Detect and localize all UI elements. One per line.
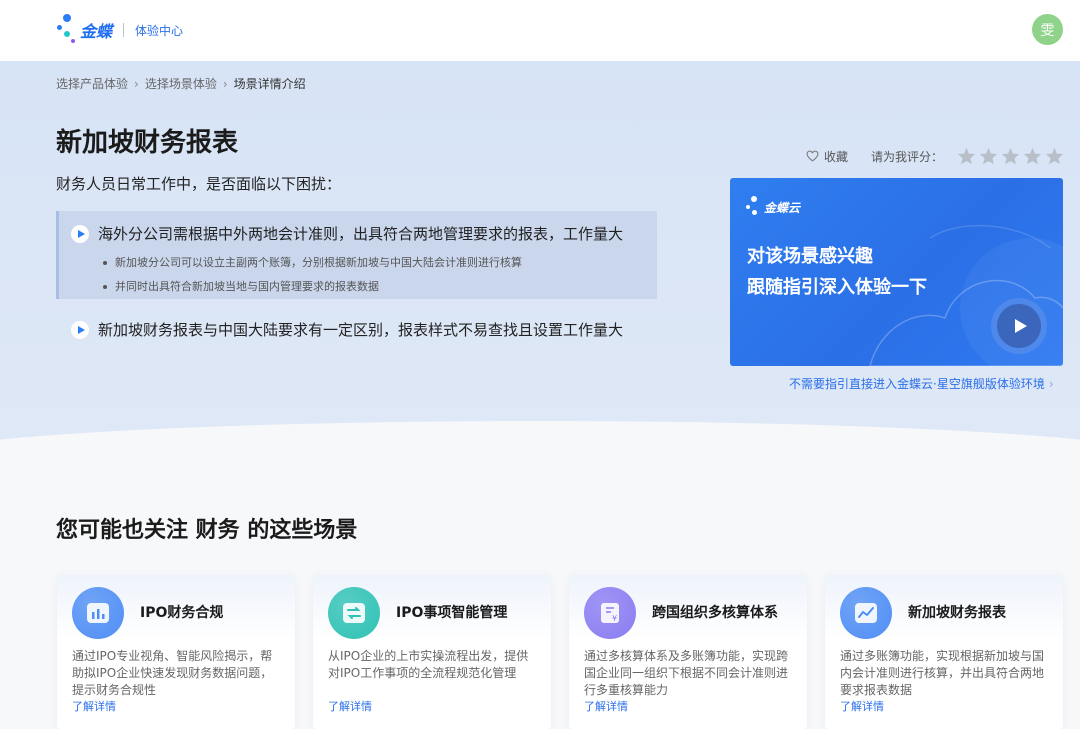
card-title: IPO事项智能管理 (396, 605, 508, 621)
user-avatar[interactable]: 雯 (1032, 14, 1063, 45)
scenario-card[interactable]: IPO事项智能管理 从IPO企业的上市实操流程出发，提供对IPO工作事项的全流程… (313, 575, 551, 729)
breadcrumb-item-current: 场景详情介绍 (233, 77, 306, 91)
issue-title: 新加坡财务报表与中国大陆要求有一定区别，报表样式不易查找且设置工作量大 (98, 321, 624, 339)
direct-entry-text: 不需要指引直接进入金蝶云·星空旗舰版体验环境 (789, 377, 1045, 391)
card-subheadline: 跟随指引深入体验一下 (747, 277, 927, 298)
learn-more-link[interactable]: 了解详情 (840, 698, 884, 714)
logo-dots-icon (746, 196, 762, 218)
page-title: 新加坡财务报表 (56, 128, 239, 158)
card-title: 跨国组织多核算体系 (652, 605, 778, 621)
learn-more-link[interactable]: 了解详情 (72, 698, 116, 714)
issue-bullet: 并同时出具符合新加坡当地与国内管理要求的报表数据 (103, 275, 522, 299)
play-icon (71, 224, 89, 243)
star-icon[interactable] (1023, 147, 1042, 165)
card-title: IPO财务合规 (140, 605, 224, 621)
chevron-right-icon: › (1048, 376, 1054, 391)
ledger-yen-icon: ¥ (584, 587, 636, 639)
star-icon[interactable] (979, 147, 998, 165)
logo-brand-text: 金蝶 (80, 22, 113, 41)
scenario-card[interactable]: IPO财务合规 通过IPO专业视角、智能风险揭示，帮助拟IPO企业快速发现财务数… (57, 575, 295, 729)
issue-title: 海外分公司需根据中外两地会计准则，出具符合两地管理要求的报表，工作量大 (98, 225, 624, 243)
card-title: 新加坡财务报表 (908, 605, 1006, 621)
card-description: 从IPO企业的上市实操流程出发，提供对IPO工作事项的全流程规范化管理 (328, 649, 529, 680)
rate-label: 请为我评分： (871, 149, 944, 164)
scenario-card[interactable]: ¥ 跨国组织多核算体系 通过多核算体系及多账簿功能，实现跨国企业同一组织下根据不… (569, 575, 807, 729)
learn-more-link[interactable]: 了解详情 (584, 698, 628, 714)
play-button[interactable] (997, 304, 1041, 348)
breadcrumb: 选择产品体验 › 选择场景体验 › 场景详情介绍 (56, 75, 306, 92)
related-cards: IPO财务合规 通过IPO专业视角、智能风险揭示，帮助拟IPO企业快速发现财务数… (57, 575, 1063, 729)
direct-entry-link[interactable]: 不需要指引直接进入金蝶云·星空旗舰版体验环境 › (789, 375, 1054, 392)
breadcrumb-item-products[interactable]: 选择产品体验 (56, 75, 128, 92)
card-description: 通过IPO专业视角、智能风险揭示，帮助拟IPO企业快速发现财务数据问题，提示财务… (72, 649, 273, 697)
card-description: 通过多账簿功能，实现根据新加坡与国内会计准则进行核算，并出具符合两地要求报表数据 (840, 649, 1045, 697)
workflow-icon (328, 587, 380, 639)
line-chart-icon (840, 587, 892, 639)
star-icon[interactable] (1045, 147, 1064, 165)
page-intro: 财务人员日常工作中，是否面临以下困扰： (56, 175, 342, 193)
card-headline: 对该场景感兴趣 (747, 246, 873, 267)
logo-divider (123, 23, 125, 37)
star-icon[interactable] (957, 147, 976, 165)
breadcrumb-item-scenarios[interactable]: 选择场景体验 (145, 75, 217, 92)
cloud-logo-text: 金蝶云 (764, 200, 801, 215)
issue-item[interactable]: 新加坡财务报表与中国大陆要求有一定区别，报表样式不易查找且设置工作量大 (56, 313, 657, 347)
heart-icon[interactable] (806, 150, 819, 162)
issue-bullet: 新加坡分公司可以设立主副两个账簿，分别根据新加坡与中国大陆会计准则进行核算 (103, 251, 522, 275)
play-icon (71, 320, 89, 339)
chevron-right-icon: › (222, 76, 228, 91)
top-bar: 金蝶 体验中心 雯 (0, 0, 1080, 61)
scenario-card[interactable]: 新加坡财务报表 通过多账簿功能，实现根据新加坡与国内会计准则进行核算，并出具符合… (825, 575, 1063, 729)
card-description: 通过多核算体系及多账簿功能，实现跨国企业同一组织下根据不同会计准则进行多重核算能… (584, 649, 789, 697)
guided-experience-card[interactable]: 金蝶云 对该场景感兴趣 跟随指引深入体验一下 (730, 178, 1063, 366)
logo-dots-icon (56, 14, 78, 46)
related-section-title: 您可能也关注 财务 的这些场景 (56, 518, 358, 543)
hero-curve-divider (0, 421, 1080, 456)
actions-bar: 收藏 请为我评分： (806, 147, 1067, 165)
star-icon[interactable] (1001, 147, 1020, 165)
favorite-label[interactable]: 收藏 (824, 148, 848, 165)
rating-stars (957, 147, 1067, 165)
logo-subtitle[interactable]: 体验中心 (135, 22, 183, 39)
chart-report-icon (72, 587, 124, 639)
kingdee-cloud-logo: 金蝶云 (746, 196, 800, 218)
chevron-right-icon: › (134, 76, 139, 91)
svg-text:¥: ¥ (612, 614, 617, 623)
issue-item-active[interactable]: 海外分公司需根据中外两地会计准则，出具符合两地管理要求的报表，工作量大 新加坡分… (56, 211, 657, 299)
issue-bullets: 新加坡分公司可以设立主副两个账簿，分别根据新加坡与中国大陆会计准则进行核算 并同… (103, 251, 522, 299)
learn-more-link[interactable]: 了解详情 (328, 698, 372, 714)
kingdee-logo[interactable]: 金蝶 体验中心 (56, 14, 183, 46)
hero-section: 选择产品体验 › 选择场景体验 › 场景详情介绍 新加坡财务报表 财务人员日常工… (0, 61, 1080, 456)
